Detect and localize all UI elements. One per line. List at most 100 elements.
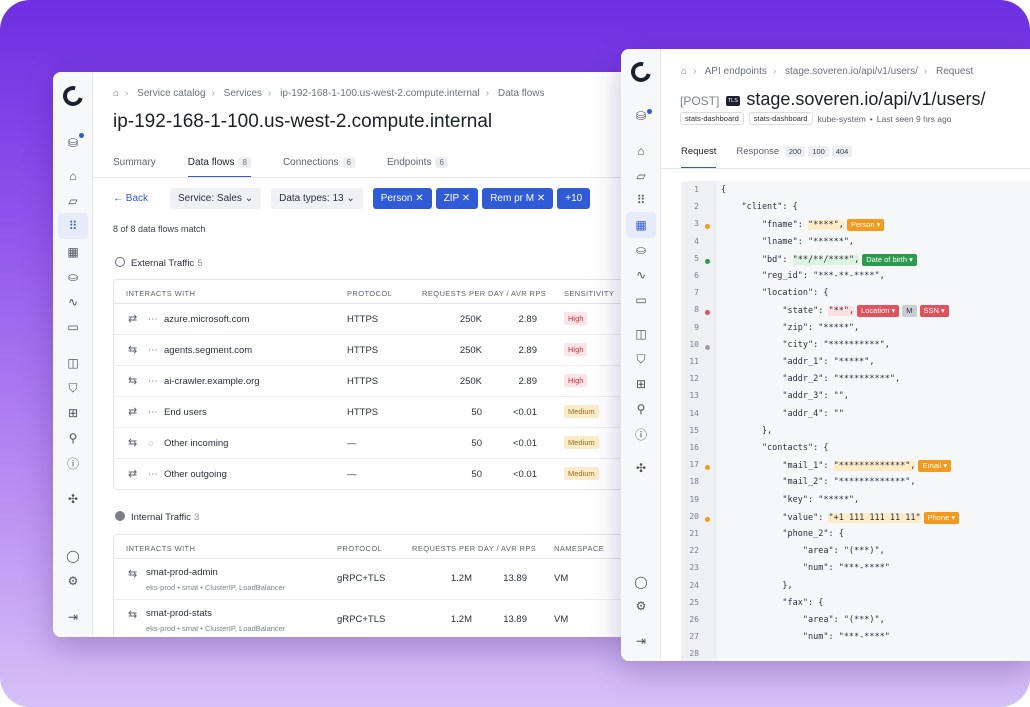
data-type-label[interactable]: Phone ▾ [923, 511, 960, 524]
tab-response[interactable]: Response 200 100 404 [736, 146, 853, 169]
breadcrumb-item[interactable]: API endpoints [705, 66, 767, 77]
close-icon[interactable]: ✕ [537, 193, 545, 204]
integrations-icon[interactable]: ✣ [61, 488, 85, 510]
id-card-icon[interactable]: ▭ [61, 316, 85, 338]
info-icon[interactable]: ⓘ [629, 423, 653, 445]
finding-dot-icon[interactable] [705, 258, 710, 264]
interacts-with[interactable]: smat-prod-stats [146, 608, 212, 619]
settings-icon[interactable]: ⚙ [61, 570, 85, 592]
interacts-with[interactable]: azure.microsoft.com [164, 314, 250, 325]
breadcrumb-item[interactable]: stage.soveren.io/api/v1/users/ [785, 66, 918, 77]
sensitive-value[interactable]: "+1 111 111 11 11" [828, 512, 921, 523]
user-icon[interactable]: ◯ [629, 571, 653, 593]
table-row[interactable]: ⇆ smat-prod-admin eks-prod • smat • Cluste… [114, 559, 630, 600]
tab-endpoints[interactable]: Endpoints 6 [387, 157, 448, 178]
tab-request[interactable]: Request [681, 146, 717, 169]
sensitive-value[interactable]: "**/**/****", [792, 254, 860, 265]
finding-dot-icon[interactable] [705, 516, 710, 522]
sensitive-value[interactable]: "**", [828, 306, 855, 317]
endpoints-icon[interactable]: ▦ [626, 212, 656, 238]
breadcrumb-item[interactable]: ip-192-168-1-100.us-west-2.compute.inter… [280, 88, 480, 99]
data-type-name: Phone [927, 512, 950, 522]
breadcrumb-item[interactable]: Service catalog [137, 88, 205, 99]
close-icon[interactable]: ✕ [415, 193, 423, 204]
home-icon[interactable]: ⌂ [681, 66, 687, 77]
table-row[interactable]: ⇄ ⋯ Other outgoing — 50 <0.01 Medium [114, 459, 630, 489]
breadcrumb-item: Data flows [497, 88, 545, 99]
filter-chip-rem[interactable]: Rem pr M ✕ [482, 188, 554, 209]
interacts-with[interactable]: Other incoming [164, 438, 228, 449]
home-icon[interactable]: ⌂ [61, 165, 85, 187]
grid-icon[interactable]: ⠿ [58, 213, 88, 239]
more-filters-chip[interactable]: +10 [557, 188, 591, 209]
table-row[interactable]: ⇄ ⋯ azure.microsoft.com HTTPS 250K 2.89 High [114, 304, 630, 335]
map-icon[interactable]: ▱ [61, 190, 85, 212]
response-code[interactable]: 200 [784, 146, 806, 157]
data-type-label[interactable]: Email ▾ [918, 460, 952, 473]
info-icon[interactable]: ⓘ [61, 452, 85, 474]
data-type-label[interactable]: Person ▾ [846, 219, 885, 232]
database-icon[interactable]: ⛀ [61, 266, 85, 288]
apps-icon[interactable]: ⊞ [629, 373, 653, 395]
table-row[interactable]: ⇆ smat-prod-stats eks-prod • smat • Cluste… [114, 600, 630, 637]
filter-chip-zip[interactable]: ZIP ✕ [435, 188, 479, 209]
finding-dot-icon[interactable] [705, 224, 710, 230]
apps-icon[interactable]: ⊞ [61, 402, 85, 424]
data-type-label[interactable]: Location ▾ [857, 305, 900, 318]
table-row[interactable]: ⇆ ⋯ agents.segment.com HTTPS 250K 2.89 High [114, 335, 630, 366]
integrations-icon[interactable]: ✣ [629, 457, 653, 479]
logout-icon[interactable]: ⇥ [61, 606, 85, 628]
home-icon[interactable]: ⌂ [629, 140, 653, 162]
filter-chip-person[interactable]: Person ✕ [372, 188, 432, 209]
activity-icon[interactable]: ∿ [61, 291, 85, 313]
layers-icon[interactable]: ◫ [61, 352, 85, 374]
layers-icon[interactable]: ◫ [629, 323, 653, 345]
logo-icon[interactable] [627, 58, 655, 86]
data-type-label[interactable]: M [902, 305, 917, 318]
user-icon[interactable]: ◯ [61, 545, 85, 567]
sensitive-value[interactable]: "****", [808, 220, 844, 231]
database-icon[interactable]: ⛀ [629, 239, 653, 261]
close-icon[interactable]: ✕ [462, 193, 470, 204]
activity-icon[interactable]: ∿ [629, 264, 653, 286]
finding-dot-icon[interactable] [705, 465, 710, 471]
breadcrumb-item[interactable]: Services [224, 88, 262, 99]
logout-icon[interactable]: ⇥ [629, 630, 653, 652]
tag[interactable]: stats-dashboard [748, 112, 813, 125]
line-number: 2 [694, 202, 699, 212]
response-code[interactable]: 100 [808, 146, 829, 157]
shield-icon[interactable]: ⛉ [629, 348, 653, 370]
tab-data-flows[interactable]: Data flows 8 [187, 157, 252, 178]
endpoint-tags: stats-dashboard stats-dashboard kube-sys… [680, 112, 951, 125]
datatypes-select[interactable]: Data types: 13 ⌄ [271, 188, 363, 209]
interacts-with[interactable]: End users [164, 407, 207, 418]
tab-connections[interactable]: Connections 6 [283, 157, 355, 178]
interacts-with[interactable]: agents.segment.com [164, 345, 252, 356]
interacts-with[interactable]: smat-prod-admin [146, 567, 218, 578]
sensitive-value[interactable]: "*************", [833, 461, 916, 472]
interacts-with[interactable]: ai-crawler.example.org [164, 376, 260, 387]
table-row[interactable]: ⇆ ⋯ ai-crawler.example.org HTTPS 250K 2.89 Hig… [114, 366, 630, 397]
table-row[interactable]: ⇆ ◌ Other incoming — 50 <0.01 Medium [114, 428, 630, 459]
data-type-label[interactable]: SSN ▾ [919, 305, 949, 318]
link-icon[interactable]: ⚲ [61, 427, 85, 449]
response-code[interactable]: 404 [831, 146, 853, 157]
data-type-label[interactable]: Date of birth ▾ [862, 253, 917, 266]
shield-icon[interactable]: ⛉ [61, 377, 85, 399]
finding-dot-icon[interactable] [705, 344, 710, 350]
back-button[interactable]: ← Back [113, 193, 148, 204]
map-icon[interactable]: ▱ [629, 165, 653, 187]
settings-icon[interactable]: ⚙ [629, 595, 653, 617]
grid-icon[interactable]: ⠿ [629, 189, 653, 211]
finding-dot-icon[interactable] [705, 310, 710, 316]
tag[interactable]: stats-dashboard [680, 112, 744, 125]
interacts-with[interactable]: Other outgoing [164, 469, 227, 480]
id-card-icon[interactable]: ▭ [629, 289, 653, 311]
link-icon[interactable]: ⚲ [629, 398, 653, 420]
table-row[interactable]: ⇄ ⋯ End users HTTPS 50 <0.01 Medium [114, 397, 630, 428]
table-icon[interactable]: ▦ [61, 241, 85, 263]
logo-icon[interactable] [59, 82, 87, 110]
tab-summary[interactable]: Summary [113, 157, 156, 178]
service-select[interactable]: Service: Sales ⌄ [170, 188, 262, 209]
home-icon[interactable]: ⌂ [113, 88, 119, 99]
